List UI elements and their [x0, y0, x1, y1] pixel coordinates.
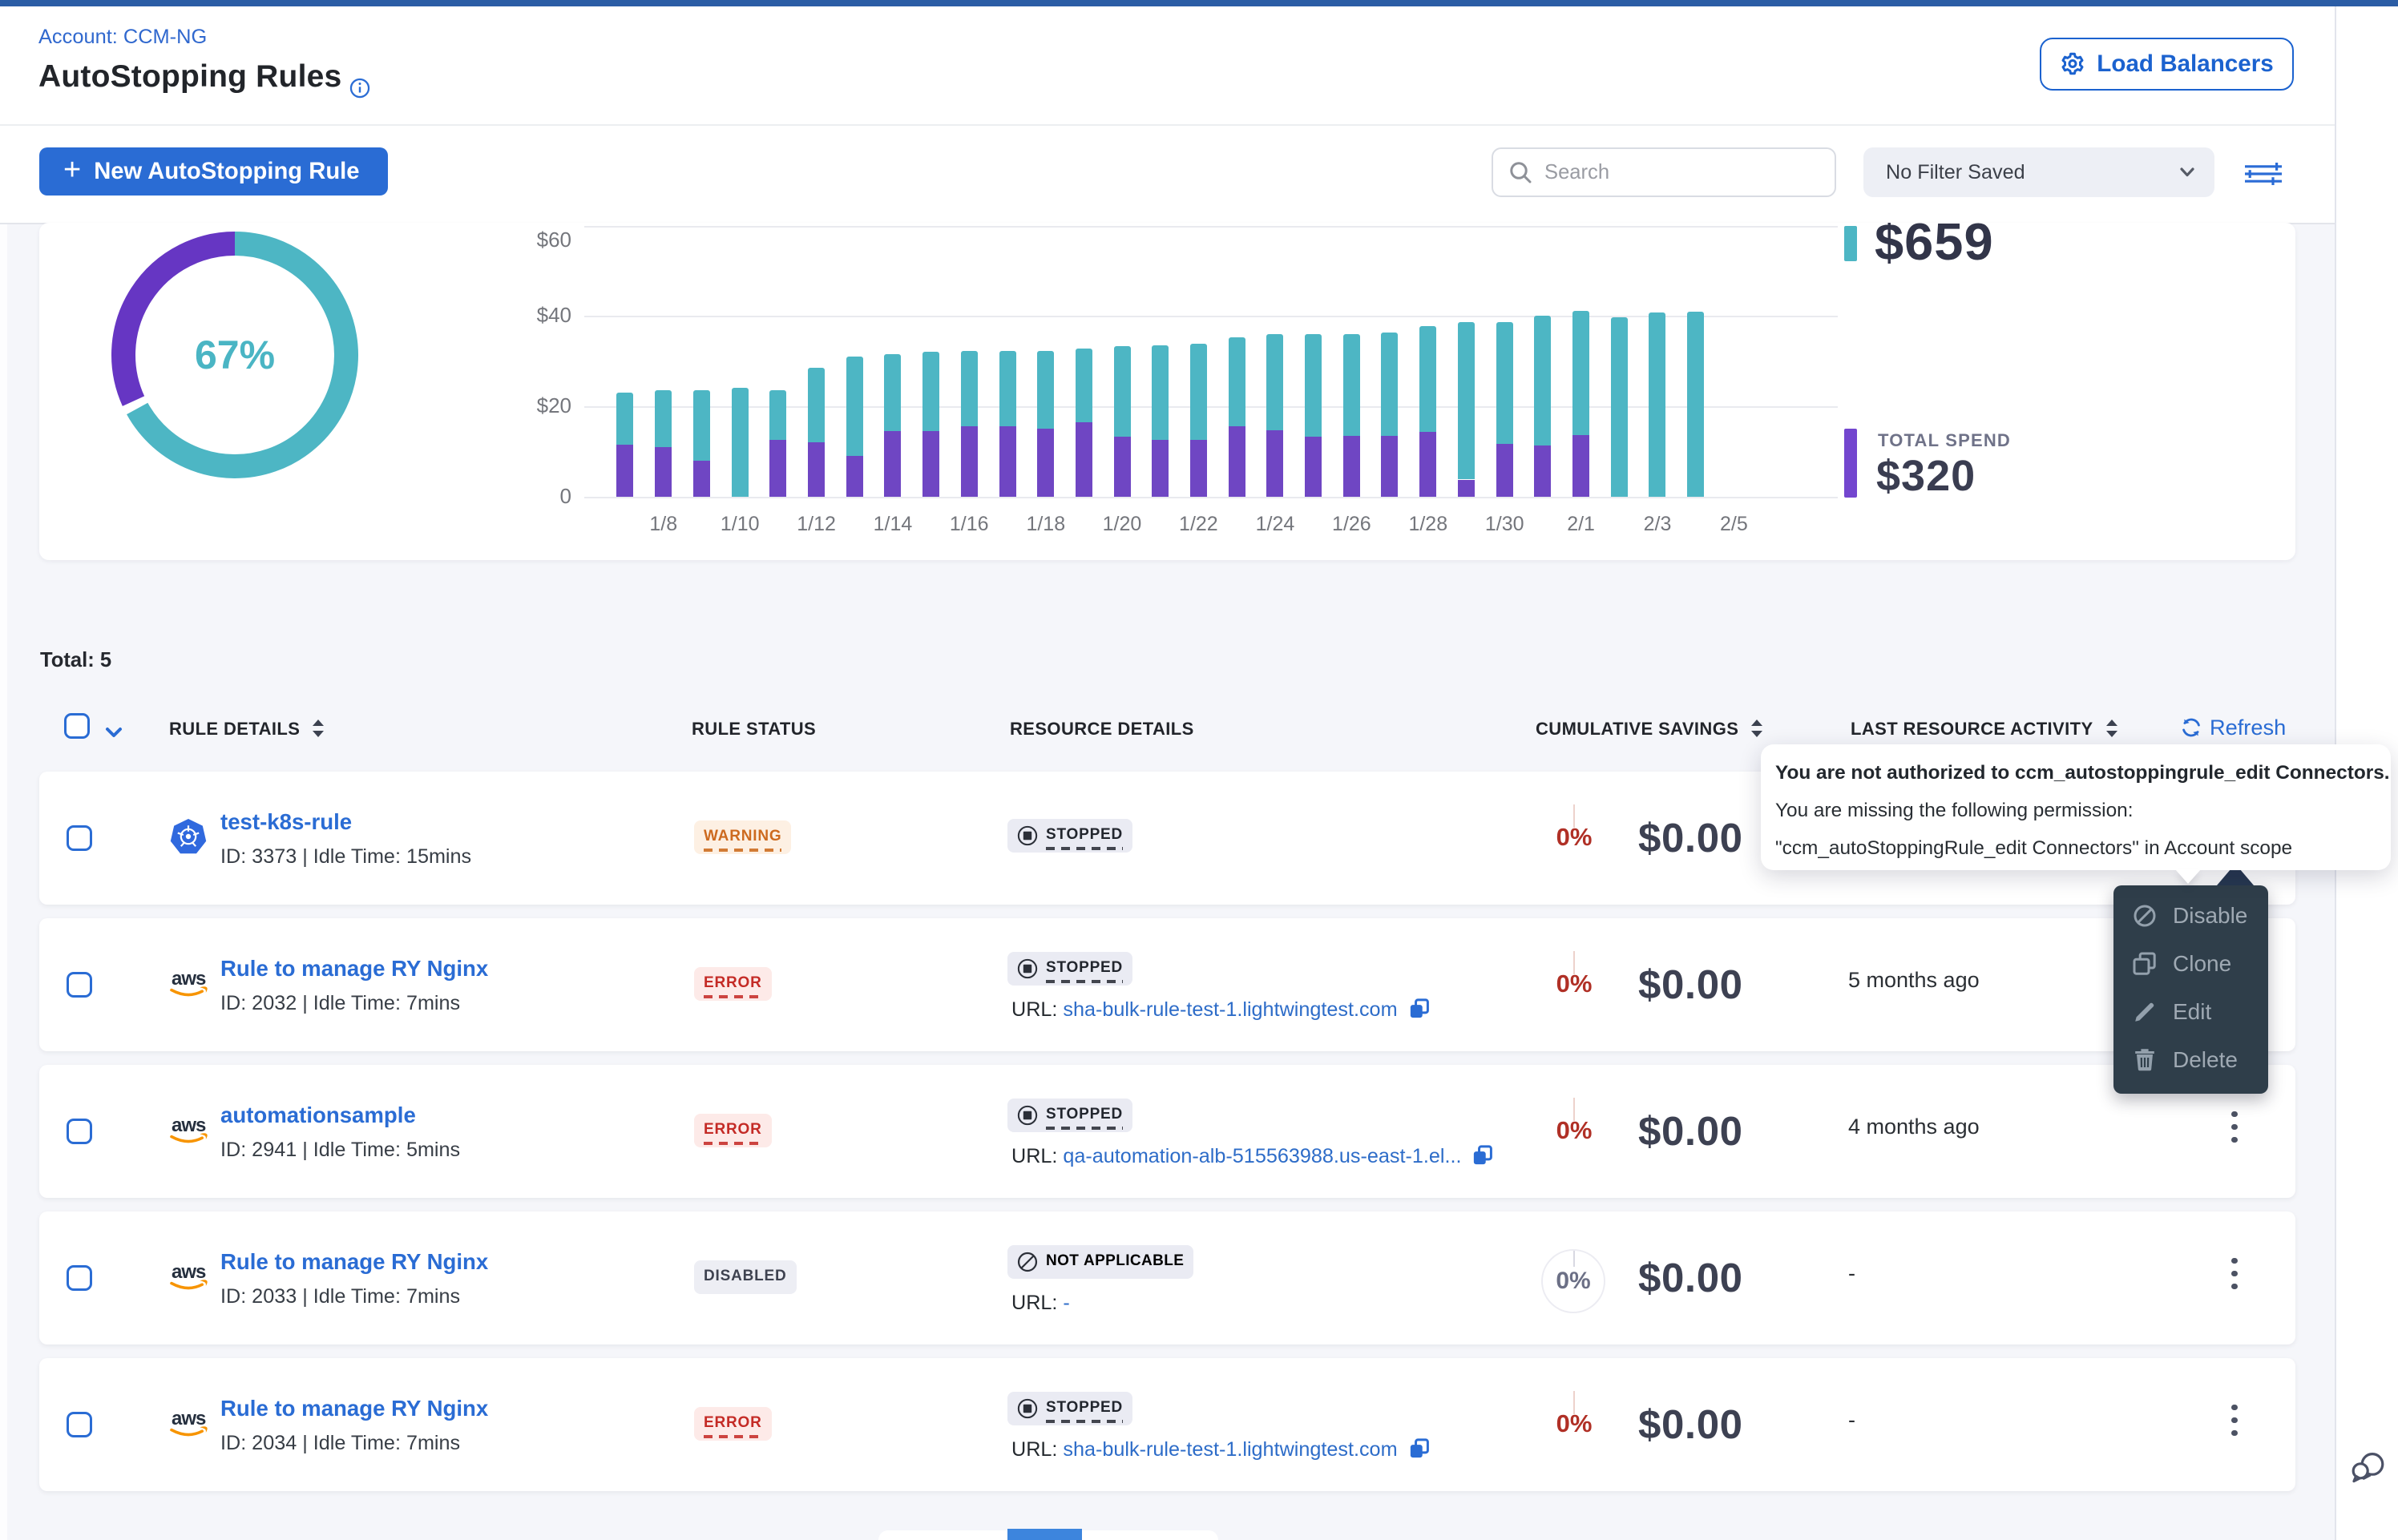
svg-text:aws: aws [172, 1408, 206, 1429]
svg-text:aws: aws [172, 1261, 206, 1283]
svg-text:aws: aws [172, 1115, 206, 1136]
svg-text:aws: aws [172, 968, 206, 990]
